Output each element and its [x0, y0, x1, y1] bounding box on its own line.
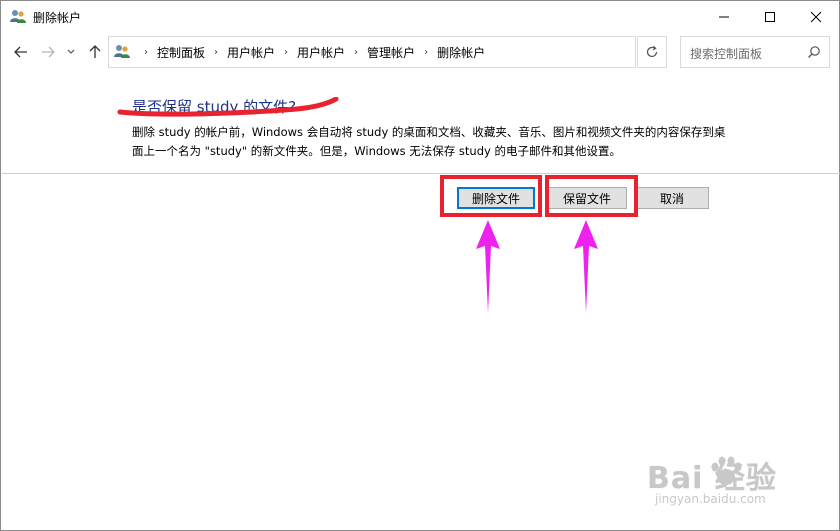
breadcrumb-item-control-panel[interactable]: 控制面板: [157, 44, 205, 61]
paw-icon: [711, 456, 742, 485]
up-arrow-annotation-icon: [574, 220, 598, 313]
breadcrumb-separator: ›: [284, 46, 289, 58]
refresh-button[interactable]: [637, 36, 667, 68]
back-arrow-icon: [14, 46, 27, 58]
search-input[interactable]: 搜索控制面板: [690, 45, 762, 62]
forward-arrow-icon: [42, 46, 55, 58]
close-button[interactable]: [793, 1, 839, 33]
keep-highlight-box: [545, 175, 638, 217]
maximize-icon: [765, 12, 775, 22]
minimize-icon: [719, 16, 729, 18]
title-bar: 删除帐户: [1, 1, 839, 33]
chevron-down-icon: [67, 49, 75, 54]
maximize-button[interactable]: [747, 1, 793, 33]
user-accounts-icon: [114, 45, 130, 58]
user-accounts-icon: [10, 10, 26, 23]
divider: [2, 173, 840, 174]
recent-locations-button[interactable]: [65, 44, 77, 60]
breadcrumb-item-user-accounts[interactable]: 用户帐户: [227, 44, 275, 61]
search-box[interactable]: 搜索控制面板: [680, 36, 830, 68]
up-arrow-annotation-icon: [476, 220, 500, 313]
breadcrumb-separator: ›: [354, 46, 359, 58]
watermark-url: jingyan.baidu.com: [655, 492, 766, 506]
minimize-button[interactable]: [701, 1, 747, 33]
breadcrumb-separator: ›: [214, 46, 219, 58]
close-icon: [810, 11, 822, 23]
breadcrumb-separator: ›: [424, 46, 429, 58]
search-icon[interactable]: [807, 45, 821, 59]
address-bar[interactable]: › 控制面板 › 用户帐户 › 用户帐户 › 管理帐户 › 删除帐户: [108, 36, 725, 68]
forward-button[interactable]: [39, 44, 57, 60]
breadcrumb-separator: ›: [144, 46, 148, 58]
window: 删除帐户 › 控制面板 › 用户帐户 › 用户帐户 › 管理帐户 › 删除帐户 …: [0, 0, 840, 531]
up-arrow-icon: [89, 45, 101, 58]
refresh-icon: [646, 45, 658, 58]
back-button[interactable]: [12, 44, 30, 60]
breadcrumb: › 控制面板 › 用户帐户 › 用户帐户 › 管理帐户 › 删除帐户: [135, 37, 485, 67]
up-button[interactable]: [86, 44, 104, 60]
breadcrumb-item-delete-account[interactable]: 删除帐户: [437, 44, 485, 61]
cancel-button[interactable]: 取消: [635, 187, 709, 209]
window-title: 删除帐户: [33, 11, 82, 25]
delete-highlight-box: [440, 175, 542, 217]
navigation-bar: › 控制面板 › 用户帐户 › 用户帐户 › 管理帐户 › 删除帐户 搜索控制面…: [1, 36, 839, 68]
baidu-watermark: Bai 经验 jingyan.baidu.com: [647, 453, 837, 513]
description-text: 删除 study 的帐户前，Windows 会自动将 study 的桌面和文档、…: [132, 125, 726, 158]
breadcrumb-item-manage-accounts[interactable]: 管理帐户: [367, 44, 415, 61]
breadcrumb-item-user-accounts-2[interactable]: 用户帐户: [297, 44, 345, 61]
red-underline-annotation: [117, 97, 339, 117]
